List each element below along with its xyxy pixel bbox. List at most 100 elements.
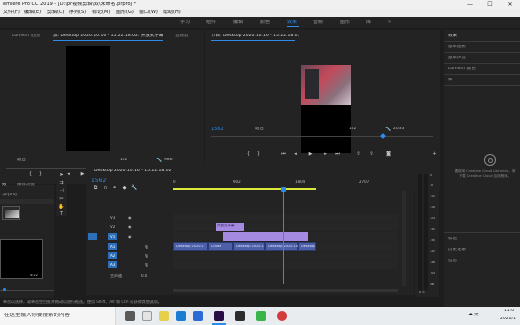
go-to-in-icon[interactable]: ⏮ <box>280 151 287 158</box>
workspace-libraries[interactable]: 库 <box>366 20 371 25</box>
audio-clip[interactable]: Desktop 2020.10 <box>265 242 298 251</box>
go-to-out-icon[interactable]: ⏭ <box>334 151 341 158</box>
premiere-pro-icon[interactable] <box>214 311 224 321</box>
video-clip-v1[interactable] <box>223 232 308 241</box>
project-item-thumbnail[interactable] <box>0 239 43 279</box>
mark-out-icon[interactable]: } <box>255 151 262 158</box>
workspace-learn[interactable]: 学习 <box>180 20 190 25</box>
linked-selection-icon[interactable]: ⚭ <box>111 185 118 192</box>
work-area-bar[interactable] <box>173 188 316 190</box>
tab-source[interactable]: 源: Desktop 2020.10.16 - 15.22.18.02: 开放式… <box>53 34 163 39</box>
eye-icon[interactable]: ◉ <box>128 225 132 229</box>
snap-icon[interactable]: ∩ <box>102 185 109 192</box>
program-resolution-dropdown[interactable]: 1/2 <box>349 127 356 132</box>
play-icon[interactable]: ▶ <box>79 171 86 178</box>
workspace-effects[interactable]: 效果 <box>287 20 297 25</box>
track-select-tool-icon[interactable]: ⇉ <box>58 180 65 187</box>
task-view-icon[interactable] <box>125 311 135 321</box>
master-value[interactable]: 0.0 <box>141 274 147 278</box>
workspace-color[interactable]: 颜色 <box>260 20 270 25</box>
track-a2[interactable] <box>173 252 398 260</box>
tab-sequence[interactable]: Desktop 2020.10.16 - 15.22.18.02 <box>94 169 171 174</box>
step-forward-icon[interactable]: ▸ <box>322 151 329 158</box>
maximize-button[interactable]: ☐ <box>482 0 498 9</box>
timeline-vertical-scrollbar[interactable] <box>402 191 406 286</box>
track-label-v3[interactable]: V3 <box>110 216 115 220</box>
timeline-playhead-line[interactable] <box>283 189 284 284</box>
nest-icon[interactable]: ⧉ <box>92 185 99 192</box>
program-timecode[interactable]: 1562 <box>211 127 224 132</box>
panel-effects[interactable]: 效果 <box>448 34 457 39</box>
audio-clip[interactable]: Crude <box>208 242 233 251</box>
panel-essential-graphics[interactable]: 基本图形 <box>448 45 466 50</box>
audio-clip[interactable]: Desktop 2020.1 <box>233 242 265 251</box>
program-playhead[interactable] <box>380 133 386 139</box>
project-zoom-handle[interactable] <box>3 288 6 291</box>
track-v3[interactable] <box>173 214 398 222</box>
system-tray-icons[interactable]: ^ ☁ 英 <box>463 313 479 318</box>
type-tool-icon[interactable]: T <box>58 211 65 218</box>
track-label-v2[interactable]: V2 <box>110 225 115 229</box>
clock-time[interactable]: 11:0 <box>504 309 514 314</box>
export-frame-icon[interactable]: ◙ <box>385 151 392 158</box>
clock-date[interactable]: 2020/1 <box>500 317 516 322</box>
razor-tool-icon[interactable]: ✂ <box>58 196 65 203</box>
audio-clip[interactable]: Desktop 2020.1 <box>173 242 208 251</box>
menu-sequence[interactable]: 序列(S) <box>69 10 86 15</box>
tab-lumetri-scopes[interactable]: Lumetri 范围 <box>12 34 40 39</box>
menu-help[interactable]: 帮助(H) <box>163 10 181 15</box>
mic-icon[interactable]: 🎙 <box>144 245 149 249</box>
add-button-icon[interactable]: + <box>431 151 438 158</box>
project-thumbnail[interactable] <box>2 206 20 220</box>
program-scrub-bar[interactable] <box>211 136 433 137</box>
selection-tool-icon[interactable]: ➤ <box>58 172 65 179</box>
panel-essential-sound[interactable]: 基本声音 <box>448 56 466 61</box>
audio-clip[interactable]: Desktop <box>298 242 316 251</box>
video-clip-captions[interactable]: 开放式字幕 <box>216 223 244 231</box>
app-icon[interactable] <box>256 311 266 321</box>
mic-icon[interactable]: 🎙 <box>144 263 149 267</box>
project-search-input[interactable] <box>0 199 54 204</box>
mark-in-icon[interactable]: { <box>27 171 34 178</box>
project-zoom-slider[interactable] <box>0 290 54 291</box>
timeline-settings-icon[interactable]: 🔧 <box>131 185 138 192</box>
taskbar-search-box[interactable]: 在这里输入你要搜索的内容 <box>0 307 116 325</box>
workspace-graphics[interactable]: 图形 <box>340 20 350 25</box>
source-patch-v1[interactable] <box>88 233 97 240</box>
tab-program[interactable]: 节目: Desktop 2020.10.16 - 15.22.18.0; <box>211 34 299 39</box>
eye-icon[interactable]: ◉ <box>128 235 132 239</box>
edge-browser-icon[interactable] <box>176 311 186 321</box>
file-explorer-icon[interactable] <box>142 311 152 321</box>
track-v1[interactable] <box>173 232 398 241</box>
mic-icon[interactable]: 🎙 <box>144 254 149 258</box>
ripple-edit-tool-icon[interactable]: ⊣ <box>58 188 65 195</box>
track-a3[interactable] <box>173 261 398 269</box>
app-icon[interactable] <box>277 311 287 321</box>
store-icon[interactable] <box>193 311 203 321</box>
track-v2[interactable]: 开放式字幕 <box>173 223 398 231</box>
minimize-button[interactable]: — <box>462 0 478 9</box>
panel-info[interactable]: 信息 <box>448 259 457 264</box>
wrench-icon[interactable]: 🔧 <box>385 127 391 132</box>
app-icon[interactable] <box>235 311 245 321</box>
step-back-icon[interactable]: ◂ <box>292 151 299 158</box>
meter-solo-buttons[interactable]: S S <box>419 291 425 295</box>
lift-icon[interactable]: ⇧ <box>355 151 362 158</box>
tab-audio-clip-mixer[interactable]: 音频剪 <box>175 34 189 39</box>
timeline-scrollbar[interactable] <box>173 289 398 292</box>
hand-tool-icon[interactable]: ✋ <box>58 204 65 211</box>
panel-history[interactable]: 历史记录 <box>448 248 466 253</box>
source-fit-dropdown[interactable]: 适合 <box>17 158 26 163</box>
tab-effects-short[interactable]: 效 <box>2 183 7 188</box>
menu-edit[interactable]: 编辑(E) <box>24 10 41 15</box>
track-a1[interactable]: Desktop 2020.1 Crude Desktop 2020.1 Desk… <box>173 242 398 251</box>
play-icon[interactable]: ▶ <box>307 151 314 158</box>
workspace-editing[interactable]: 编辑 <box>233 20 243 25</box>
mark-in-icon[interactable]: { <box>245 151 252 158</box>
menu-file[interactable]: 文件(F) <box>3 10 20 15</box>
workspace-assembly[interactable]: 组件 <box>206 20 216 25</box>
wrench-icon[interactable]: 🔧 <box>156 158 162 163</box>
source-resolution-dropdown[interactable]: 1/2 <box>120 158 127 163</box>
close-button[interactable]: ✕ <box>502 0 518 9</box>
tab-media-browser[interactable]: 媒体浏览 <box>17 183 35 188</box>
